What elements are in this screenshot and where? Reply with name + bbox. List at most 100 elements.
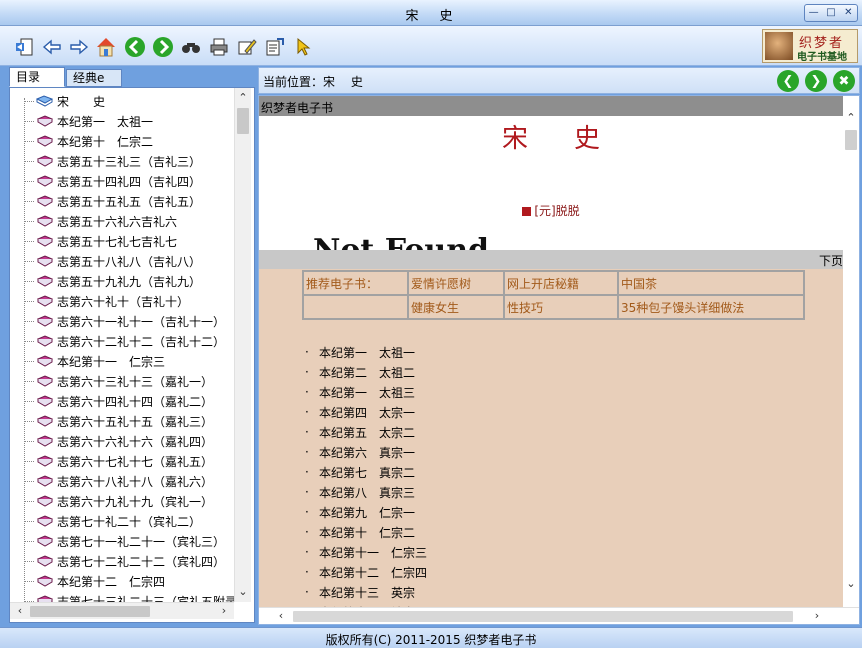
tree-vertical-scrollbar[interactable]: ⌃ ⌄ xyxy=(234,88,251,602)
scroll-down-icon[interactable]: ⌄ xyxy=(235,584,251,600)
chapter-link[interactable]: · 本纪第九 仁宗一 xyxy=(305,502,427,522)
tree-connector xyxy=(24,420,34,422)
tab-classic-ebooks[interactable]: 经典e书 xyxy=(66,69,122,101)
tree-connector xyxy=(24,260,34,262)
chapter-link[interactable]: · 本纪第十三 英宗 xyxy=(305,582,427,602)
scroll-right-icon[interactable]: › xyxy=(216,603,232,619)
tree-connector xyxy=(24,500,34,502)
recommend-link[interactable]: 网上开店秘籍 xyxy=(503,270,619,296)
tree-item[interactable]: 志第五十五礼五（吉礼五） xyxy=(24,191,201,211)
chapter-link[interactable]: · 本纪第十一 仁宗三 xyxy=(305,542,427,562)
tree-item[interactable]: 本纪第十 仁宗二 xyxy=(24,131,153,151)
tree-item[interactable]: 志第五十四礼四（吉礼四） xyxy=(24,171,201,191)
tree-item[interactable]: 本纪第十一 仁宗三 xyxy=(24,351,165,371)
content-vertical-scrollbar[interactable]: ⌃ ⌄ xyxy=(843,96,859,607)
tree-item[interactable]: 志第五十三礼三（吉礼三） xyxy=(24,151,201,171)
tree-item[interactable]: 志第六十一礼十一（吉礼十一） xyxy=(24,311,225,331)
chapter-link[interactable]: · 本纪第十 仁宗二 xyxy=(305,522,427,542)
chapter-link[interactable]: · 本纪第一 太祖三 xyxy=(305,382,427,402)
back-icon[interactable] xyxy=(41,36,63,58)
chapter-link[interactable]: · 本纪第二 太祖二 xyxy=(305,362,427,382)
chapter-link[interactable]: · 本纪第十二 仁宗四 xyxy=(305,562,427,582)
chapter-link[interactable]: · 本纪第六 真宗一 xyxy=(305,442,427,462)
book-author: [元]脱脱 xyxy=(259,202,843,219)
recommend-label: 推荐电子书： xyxy=(302,270,409,296)
tree-item[interactable]: 志第六十五礼十五（嘉礼三） xyxy=(24,411,213,431)
tree-item[interactable]: 志第六十三礼十三（嘉礼一） xyxy=(24,371,213,391)
scroll-right-icon[interactable]: › xyxy=(809,608,825,624)
scroll-left-icon[interactable]: ‹ xyxy=(12,603,28,619)
book-icon xyxy=(36,594,54,602)
chapter-label: 本纪第六 真宗一 xyxy=(319,445,416,460)
forward-icon[interactable] xyxy=(68,36,90,58)
tree-horizontal-scrollbar[interactable]: ‹ › xyxy=(10,602,234,619)
minimize-button[interactable]: — xyxy=(805,5,822,21)
chapter-link[interactable]: · 本纪第七 真宗二 xyxy=(305,462,427,482)
tree-root-item[interactable]: 宋 史 xyxy=(24,91,106,111)
scroll-thumb[interactable] xyxy=(845,130,857,150)
nav-back-icon[interactable]: ❮ xyxy=(777,70,799,92)
scroll-thumb[interactable] xyxy=(237,108,249,134)
tree-item[interactable]: 志第五十六礼六吉礼六 xyxy=(24,211,177,231)
tree-item[interactable]: 本纪第十二 仁宗四 xyxy=(24,571,165,591)
tree-item[interactable]: 志第六十礼十（吉礼十） xyxy=(24,291,189,311)
next-page-icon[interactable] xyxy=(152,36,174,58)
chapter-link[interactable]: · 本纪第八 真宗三 xyxy=(305,482,427,502)
tree-item[interactable]: 志第六十八礼十八（嘉礼六） xyxy=(24,471,213,491)
chapter-link[interactable]: · 本纪第五 太宗二 xyxy=(305,422,427,442)
recommend-link[interactable]: 35种包子馒头详细做法 xyxy=(617,294,805,320)
book-icon xyxy=(36,434,54,448)
tree-item[interactable]: 志第六十四礼十四（嘉礼二） xyxy=(24,391,213,411)
open-book-icon xyxy=(35,94,54,108)
nav-close-icon[interactable]: ✖ xyxy=(833,70,855,92)
edit-icon[interactable] xyxy=(236,36,258,58)
print-icon[interactable] xyxy=(208,36,230,58)
find-icon[interactable] xyxy=(180,36,202,58)
tree-connector xyxy=(24,400,34,402)
tree-item[interactable]: 本纪第一 太祖一 xyxy=(24,111,153,131)
restore-button[interactable]: □ xyxy=(822,5,839,21)
tree-item[interactable]: 志第五十八礼八（吉礼八） xyxy=(24,251,201,271)
tree-item[interactable]: 志第七十二礼二十二（宾礼四） xyxy=(24,551,225,571)
home-icon[interactable] xyxy=(95,36,117,58)
bullet-icon: · xyxy=(305,545,309,559)
prev-page-icon[interactable] xyxy=(124,36,146,58)
tree-connector xyxy=(24,340,34,342)
recommend-link[interactable]: 性技巧 xyxy=(503,294,619,320)
tab-contents[interactable]: 目录 xyxy=(9,67,65,87)
tree-item[interactable]: 志第七十礼二十（宾礼二） xyxy=(24,511,201,531)
nav-forward-icon[interactable]: ❯ xyxy=(805,70,827,92)
content-view: 织梦者电子书 宋史 [元]脱脱 Not Found 下页 推荐电子书： 爱情许愿… xyxy=(258,95,860,625)
hscroll-thumb[interactable] xyxy=(293,611,793,622)
tree-item[interactable]: 志第五十七礼七吉礼七 xyxy=(24,231,177,251)
chapter-link[interactable]: · 本纪第一 太祖一 xyxy=(305,342,427,362)
book-icon xyxy=(36,494,54,508)
scroll-down-icon[interactable]: ⌄ xyxy=(843,576,859,592)
tree-item[interactable]: 志第七十一礼二十一（宾礼三） xyxy=(24,531,225,551)
tree-item[interactable]: 志第六十六礼十六（嘉礼四） xyxy=(24,431,213,451)
scroll-left-icon[interactable]: ‹ xyxy=(273,608,289,624)
recommend-link[interactable]: 健康女生 xyxy=(407,294,505,320)
tree-connector xyxy=(24,100,34,102)
tree-item[interactable]: 志第七十三礼二十三（宾礼五附录 xyxy=(24,591,234,602)
scroll-up-icon[interactable]: ⌃ xyxy=(843,110,859,126)
tree-item[interactable]: 志第六十二礼十二（吉礼十二） xyxy=(24,331,225,351)
scroll-up-icon[interactable]: ⌃ xyxy=(235,90,251,106)
copyright-text: 版权所有(C) 2011-2015 织梦者电子书 xyxy=(325,633,537,647)
pointer-icon[interactable] xyxy=(292,36,314,58)
recommend-link[interactable]: 中国茶 xyxy=(617,270,805,296)
next-page-hint[interactable]: 下页 xyxy=(819,252,843,269)
content-horizontal-scrollbar[interactable]: ‹ › xyxy=(259,607,859,624)
hscroll-thumb[interactable] xyxy=(30,606,150,617)
tree-item-label: 本纪第十二 仁宗四 xyxy=(57,574,166,589)
recommend-link[interactable]: 爱情许愿树 xyxy=(407,270,505,296)
chapter-label: 本纪第十 仁宗二 xyxy=(319,525,416,540)
tree-item[interactable]: 志第六十九礼十九（宾礼一） xyxy=(24,491,213,511)
close-button[interactable]: ✕ xyxy=(840,5,857,21)
toc-icon[interactable] xyxy=(14,36,36,58)
chapter-link[interactable]: · 本纪第四 太宗一 xyxy=(305,402,427,422)
tree-item[interactable]: 志第五十九礼九（吉礼九） xyxy=(24,271,201,291)
toc-tree: 宋 史本纪第一 太祖一 本纪第十 仁宗二 志第五十三礼三（吉礼三） 志第五十四礼四（吉… xyxy=(10,88,234,602)
tree-item[interactable]: 志第六十七礼十七（嘉礼五） xyxy=(24,451,213,471)
options-icon[interactable] xyxy=(264,36,286,58)
